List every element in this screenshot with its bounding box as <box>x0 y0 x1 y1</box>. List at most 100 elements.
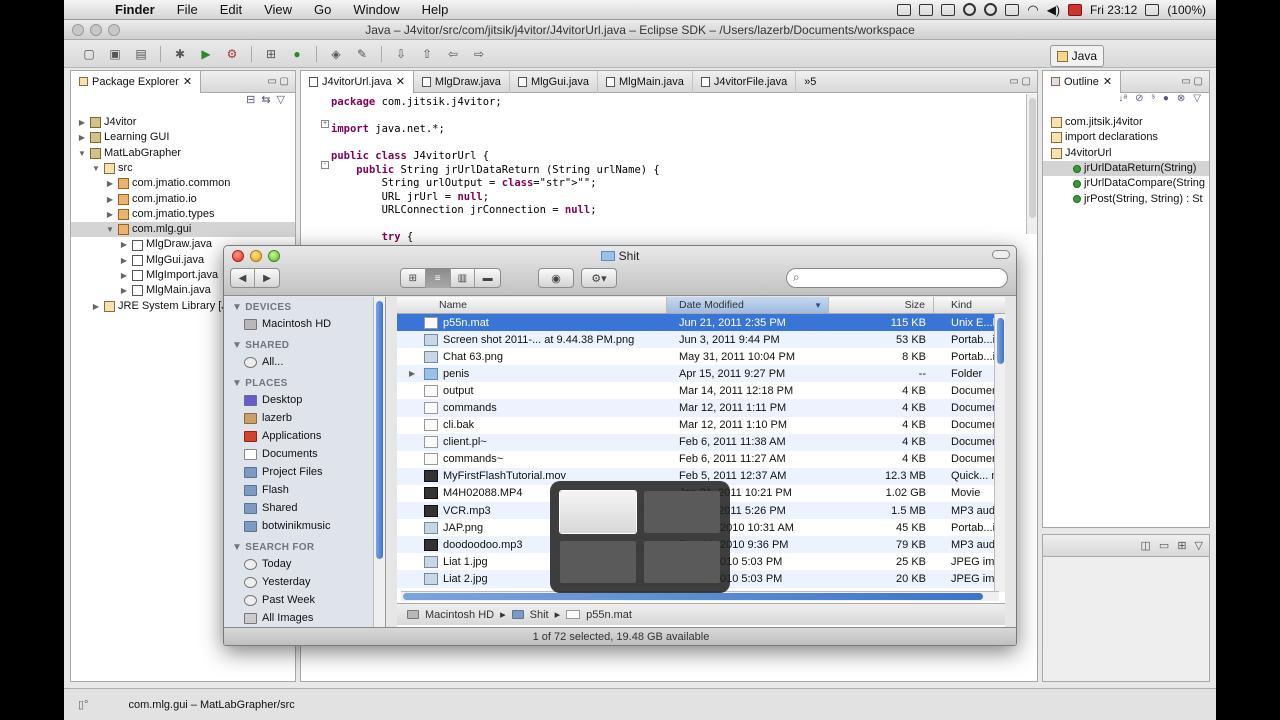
sidebar-item-flash[interactable]: Flash <box>224 481 385 499</box>
collapse-all-icon[interactable]: ⊟ <box>246 93 255 111</box>
space-2[interactable] <box>644 491 720 533</box>
editor-scroll-thumb[interactable] <box>1029 98 1036 218</box>
collapsed-twisty-icon[interactable]: ▶ <box>119 237 129 252</box>
outline-item[interactable]: jrUrlDataReturn(String) <box>1043 160 1209 177</box>
run-icon[interactable]: ▶ <box>195 45 217 63</box>
file-row[interactable]: client.pl~ Feb 6, 2011 11:38 AM 4 KB Docume… <box>397 433 1005 451</box>
fold-marker-icon[interactable]: + <box>321 120 329 128</box>
collapsed-twisty-icon[interactable]: ▶ <box>119 283 129 298</box>
menu-clock[interactable]: Fri 23:12 <box>1090 3 1137 17</box>
file-row[interactable]: p55n.mat Jun 21, 2011 2:35 PM 115 KB Unix E… <box>397 314 1005 332</box>
tab-package-explorer[interactable]: Package Explorer ✕ <box>71 70 202 93</box>
time-machine-icon[interactable] <box>984 3 998 16</box>
file-row[interactable]: Chat 63.png May 31, 2011 10:04 PM 8 KB Port… <box>397 348 1005 365</box>
view-min-max-icon[interactable]: ▭ ▢ <box>1009 76 1037 87</box>
outline-item[interactable]: jrUrlDataCompare(String <box>1043 176 1209 191</box>
battery-icon[interactable] <box>1145 3 1160 16</box>
sidebar-item-lazerb[interactable]: lazerb <box>224 409 385 427</box>
path-item-macintosh-hd[interactable]: Macintosh HD <box>425 609 494 621</box>
menu-edit[interactable]: Edit <box>209 2 253 17</box>
column-date-header[interactable]: Date Modified ▼ <box>667 297 829 313</box>
close-button[interactable] <box>72 24 84 36</box>
file-row[interactable]: output Mar 14, 2011 12:18 PM 4 KB Document <box>397 382 1005 399</box>
close-tab-icon[interactable]: ✕ <box>396 75 405 88</box>
code-line[interactable]: public class J4vitorUrl { <box>331 150 1037 164</box>
coverflow-view-button[interactable]: ▬ <box>475 268 500 288</box>
finder-search-input[interactable] <box>786 268 1008 288</box>
sync-status-icon[interactable] <box>963 3 977 16</box>
file-list-scrollbar[interactable] <box>994 314 1005 592</box>
editor-scrollbar[interactable] <box>1026 94 1037 234</box>
code-line[interactable]: URL jrUrl = null; <box>331 191 1037 205</box>
collapsed-twisty-icon[interactable]: ▶ <box>105 176 115 191</box>
view-menu-icon[interactable]: ▽ <box>1195 539 1203 552</box>
sidebar-item-botwinikmusic[interactable]: botwinikmusic <box>224 517 385 535</box>
new-class-icon[interactable]: ● <box>286 45 308 63</box>
column-name-header[interactable]: Name <box>397 297 667 313</box>
code-line[interactable]: URLConnection jrConnection = null; <box>331 204 1037 218</box>
back-icon[interactable]: ⇦ <box>442 45 464 63</box>
tab-editor[interactable]: MlgGui.java <box>510 70 599 93</box>
flag-input-icon[interactable] <box>1067 3 1082 16</box>
column-view-button[interactable]: ▥ <box>451 268 476 288</box>
quick-look-button[interactable]: ◉ <box>538 268 574 288</box>
tree-item[interactable]: ▼ MatLabGrapher <box>71 146 295 161</box>
tree-item[interactable]: ▼ com.mlg.gui <box>71 222 295 238</box>
code-line[interactable] <box>331 137 1037 151</box>
file-row[interactable]: ▶ penis Apr 15, 2011 9:27 PM -- Folder <box>397 365 1005 383</box>
disclosure-triangle-icon[interactable]: ▶ <box>409 369 419 378</box>
code-line[interactable] <box>331 110 1037 124</box>
close-tab-icon[interactable]: ✕ <box>1103 75 1112 88</box>
code-line[interactable] <box>331 218 1037 232</box>
hide-nonpublic-icon[interactable]: ● <box>1163 93 1169 111</box>
toolbar-icon[interactable]: ◫ <box>1141 539 1151 552</box>
forward-button[interactable]: ▶ <box>255 268 279 288</box>
outline-item[interactable]: import declarations <box>1043 130 1209 145</box>
sidebar-item-macintosh-hd[interactable]: Macintosh HD <box>224 315 385 333</box>
collapsed-twisty-icon[interactable]: ▶ <box>119 268 129 283</box>
wifi-icon[interactable]: ◠ <box>1027 2 1038 18</box>
space-4[interactable] <box>644 541 720 583</box>
tree-item[interactable]: ▶ Learning GUI <box>71 130 295 145</box>
bluetooth-icon[interactable] <box>1005 3 1020 16</box>
tree-item[interactable]: ▶ com.jmatio.types <box>71 207 295 222</box>
collapsed-twisty-icon[interactable]: ▶ <box>91 299 101 314</box>
hide-static-icon[interactable]: ˢ <box>1151 93 1154 111</box>
tab-editor[interactable]: J4vitorFile.java <box>693 70 797 93</box>
menu-window[interactable]: Window <box>342 2 410 17</box>
file-list-hscroll-thumb[interactable] <box>403 593 983 600</box>
hide-local-types-icon[interactable]: ⊗ <box>1177 93 1185 111</box>
perspective-switcher[interactable]: Java <box>1049 45 1104 67</box>
expanded-twisty-icon[interactable]: ▼ <box>77 146 87 161</box>
tree-item[interactable]: ▶ com.jmatio.io <box>71 191 295 206</box>
expanded-twisty-icon[interactable]: ▼ <box>105 222 115 237</box>
space-1[interactable] <box>560 491 636 533</box>
save-icon[interactable]: ▣ <box>104 45 126 63</box>
new-package-icon[interactable]: ⊞ <box>260 45 282 63</box>
sidebar-item-all[interactable]: All... <box>224 353 385 371</box>
path-item-folder[interactable]: Shit <box>530 609 549 621</box>
link-editor-icon[interactable]: ⇆ <box>261 93 270 111</box>
sidebar-item-desktop[interactable]: Desktop <box>224 391 385 409</box>
collapsed-twisty-icon[interactable]: ▶ <box>77 115 87 130</box>
collapsed-twisty-icon[interactable]: ▶ <box>77 130 87 145</box>
toolbar-icon[interactable]: ▭ <box>1159 539 1169 552</box>
tree-item[interactable]: ▶ com.jmatio.common <box>71 176 295 191</box>
vpn-status-icon[interactable] <box>919 3 934 16</box>
tree-item[interactable]: ▼ src <box>71 161 295 176</box>
action-menu-button[interactable]: ⚙▾ <box>581 268 617 288</box>
menu-app-name[interactable]: Finder <box>104 2 166 17</box>
outline-item[interactable]: jrPost(String, String) : St <box>1043 191 1209 206</box>
code-line[interactable]: String urlOutput = class="str">""; <box>331 177 1037 191</box>
source-code[interactable]: package com.jitsik.j4vitor; import java.… <box>301 93 1037 245</box>
keyboard-status-icon[interactable] <box>941 3 956 16</box>
tab-outline[interactable]: Outline ✕ <box>1043 70 1122 93</box>
sidebar-item-past-week[interactable]: Past Week <box>224 591 385 609</box>
hide-fields-icon[interactable]: ⊘ <box>1135 93 1143 111</box>
sidebar-item-applications[interactable]: Applications <box>224 427 385 445</box>
tab-editor[interactable]: MlgMain.java <box>598 70 693 93</box>
tab-editor-active[interactable]: J4vitorUrl.java ✕ <box>301 70 414 93</box>
menu-view[interactable]: View <box>253 2 303 17</box>
sidebar-item-yesterday[interactable]: Yesterday <box>224 573 385 591</box>
new-icon[interactable]: ▢ <box>78 45 100 63</box>
